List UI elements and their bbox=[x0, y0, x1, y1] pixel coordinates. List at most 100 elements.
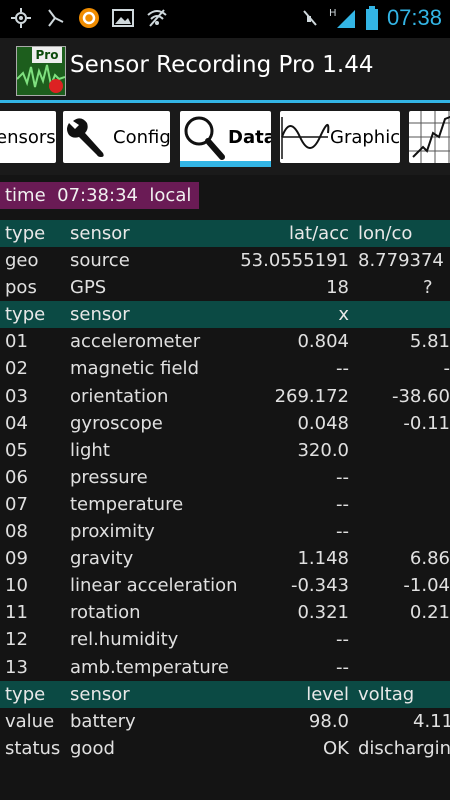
table-row: 03 orientation 269.172 -38.60 bbox=[0, 383, 450, 410]
table-row: 06 pressure -- bbox=[0, 464, 450, 491]
tab-data[interactable]: Data bbox=[180, 111, 271, 163]
tab-map[interactable] bbox=[409, 111, 450, 163]
header-cell: type bbox=[5, 304, 46, 326]
cell-value-2: 4.11 bbox=[413, 710, 450, 732]
cell-value-1: OK bbox=[323, 737, 349, 759]
table-row: 07 temperature -- bbox=[0, 491, 450, 518]
app-title: Sensor Recording Pro 1.44 bbox=[70, 52, 374, 78]
cell-sensor: linear acceleration bbox=[70, 575, 238, 597]
cell-sensor: temperature bbox=[70, 493, 184, 515]
table-row: 09 gravity 1.148 6.86 bbox=[0, 545, 450, 572]
cell-type: 11 bbox=[5, 602, 28, 624]
avast-icon bbox=[78, 7, 100, 29]
header-cell: sensor bbox=[70, 223, 130, 244]
battery-icon bbox=[365, 6, 379, 30]
cell-sensor: proximity bbox=[70, 521, 155, 543]
table-row: geo source 53.0555191 8.779374 bbox=[0, 247, 450, 274]
mute-icon bbox=[299, 7, 321, 29]
cell-value-1: 320.0 bbox=[297, 439, 349, 461]
tab-graphic-label: Graphic bbox=[330, 126, 400, 148]
table-row: value battery 98.0 4.11 bbox=[0, 708, 450, 735]
app-icon-label: Pro bbox=[32, 47, 62, 63]
image-icon bbox=[112, 7, 134, 29]
cell-type: 10 bbox=[5, 575, 28, 597]
cell-value-1: -- bbox=[336, 629, 349, 651]
cell-type: 05 bbox=[5, 439, 28, 461]
table-row: 01 accelerometer 0.804 5.81 bbox=[0, 328, 450, 355]
cell-value-2: -38.60 bbox=[391, 385, 450, 407]
cell-sensor: source bbox=[70, 250, 130, 272]
tab-sensors-label: ensors bbox=[0, 126, 56, 148]
cell-sensor: light bbox=[70, 439, 110, 461]
app-icon[interactable]: Pro bbox=[16, 46, 66, 96]
cell-sensor: good bbox=[70, 737, 115, 759]
cell-value-2: -1.04 bbox=[403, 575, 450, 597]
cell-type: pos bbox=[5, 277, 37, 299]
header-cell: lat/acc bbox=[289, 223, 349, 244]
record-dot-icon bbox=[49, 79, 63, 93]
cell-type: geo bbox=[5, 250, 39, 272]
cell-value-1: -- bbox=[336, 656, 349, 678]
table-header-geo: type sensor lat/acc lon/co bbox=[0, 220, 450, 248]
map-icon bbox=[409, 111, 450, 163]
cell-value-2: 6.86 bbox=[409, 548, 450, 570]
cell-type: 13 bbox=[5, 656, 28, 678]
tab-graphic[interactable]: Graphic bbox=[280, 111, 400, 163]
cell-value-2: - bbox=[443, 358, 450, 380]
cell-value-1: 269.172 bbox=[274, 385, 349, 407]
table-row: 13 amb.temperature -- bbox=[0, 654, 450, 681]
header-cell: sensor bbox=[70, 683, 130, 705]
magnifier-icon bbox=[180, 113, 228, 161]
time-value: 07:38:34 bbox=[57, 185, 138, 206]
clock: 07:38 bbox=[386, 5, 442, 30]
table-row: status good OK discharging bbox=[0, 735, 450, 762]
cell-sensor: rel.humidity bbox=[70, 629, 179, 651]
cell-value-2: -0.11 bbox=[403, 412, 450, 434]
table-row: 04 gyroscope 0.048 -0.11 bbox=[0, 410, 450, 437]
action-bar: Pro Sensor Recording Pro 1.44 bbox=[0, 38, 450, 100]
cell-value-2: discharging bbox=[358, 737, 450, 759]
signal-icon: H bbox=[329, 7, 357, 29]
tab-config-label: Config bbox=[113, 126, 170, 148]
header-cell: type bbox=[5, 683, 46, 705]
tab-config[interactable]: Config bbox=[63, 111, 170, 163]
tab-bar: ensors Config Data Graphic bbox=[0, 103, 450, 175]
cell-value-2: ? bbox=[423, 277, 433, 299]
table-header-sensors: type sensor x bbox=[0, 301, 450, 329]
cell-sensor: gravity bbox=[70, 548, 134, 570]
cell-value-2: 0.21 bbox=[409, 602, 450, 624]
tab-sensors[interactable]: ensors bbox=[0, 111, 56, 163]
cell-sensor: rotation bbox=[70, 602, 141, 624]
cell-value-1: 0.804 bbox=[297, 331, 349, 353]
cell-value-1: -0.343 bbox=[290, 575, 349, 597]
table-row: 10 linear acceleration -0.343 -1.04 bbox=[0, 572, 450, 599]
cell-value-2: 8.779374 bbox=[358, 250, 444, 272]
table-row: 02 magnetic field -- - bbox=[0, 355, 450, 382]
cell-type: 07 bbox=[5, 493, 28, 515]
cell-type: 08 bbox=[5, 521, 28, 543]
call-missed-icon bbox=[44, 7, 66, 29]
table-row: pos GPS 18 ? bbox=[0, 274, 450, 301]
sensor-rows: 01 accelerometer 0.804 5.81 02 magnetic field… bbox=[0, 328, 450, 680]
cell-type: status bbox=[5, 737, 61, 759]
time-zone: local bbox=[149, 185, 192, 206]
cell-value-1: 0.048 bbox=[297, 412, 349, 434]
cell-value-1: -- bbox=[336, 493, 349, 515]
header-cell: lon/co bbox=[358, 223, 413, 244]
table-row: 12 rel.humidity -- bbox=[0, 626, 450, 653]
table-row: 05 light 320.0 bbox=[0, 437, 450, 464]
cell-sensor: magnetic field bbox=[70, 358, 199, 380]
cell-sensor: accelerometer bbox=[70, 331, 201, 353]
cell-value-2: 5.81 bbox=[409, 331, 450, 353]
wrench-icon bbox=[63, 113, 113, 161]
cell-type: 04 bbox=[5, 412, 28, 434]
header-cell: level bbox=[306, 683, 349, 705]
header-cell: type bbox=[5, 223, 46, 244]
cell-value-1: -- bbox=[336, 358, 349, 380]
tab-active-indicator bbox=[180, 161, 271, 167]
cell-type: 02 bbox=[5, 358, 28, 380]
wifi-off-icon bbox=[146, 7, 168, 29]
cell-type: 06 bbox=[5, 466, 28, 488]
cell-type: 09 bbox=[5, 548, 28, 570]
header-cell: voltag bbox=[358, 683, 415, 705]
